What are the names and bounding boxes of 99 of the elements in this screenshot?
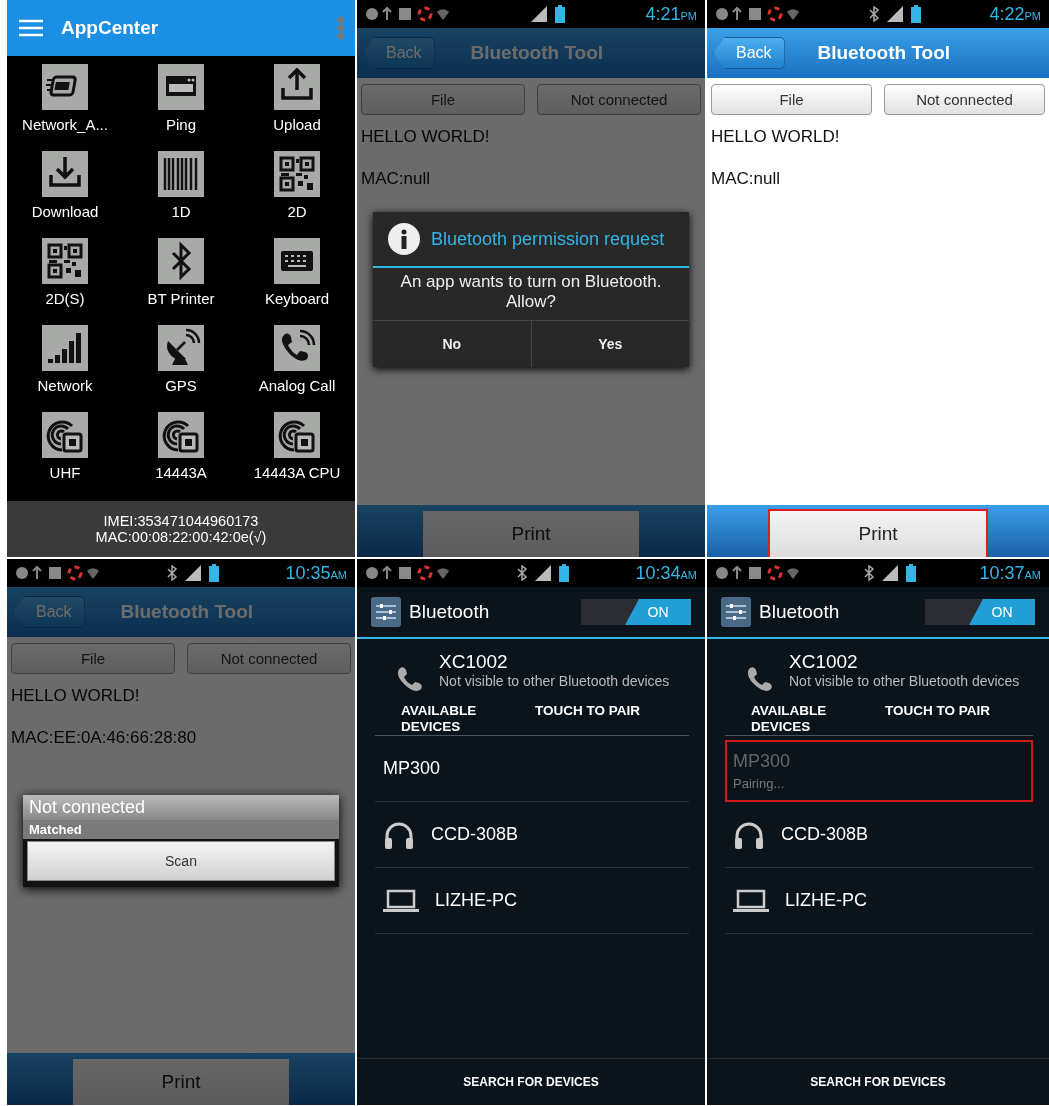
device-item[interactable]: LIZHE-PC (725, 868, 1033, 934)
app-launcher[interactable]: Download (7, 151, 123, 238)
paired-device-name: LIZHE-PC (435, 890, 517, 911)
settings-title: Bluetooth (759, 601, 841, 623)
qr-code-icon (42, 238, 88, 284)
network-card-icon (42, 64, 88, 110)
clock-time: 4:21PM (645, 3, 697, 25)
device-item[interactable]: MP300 (375, 736, 689, 802)
clock-time: 10:35AM (285, 562, 347, 584)
dialog-button[interactable]: No (373, 321, 531, 367)
menu-title: Not connected (23, 795, 339, 820)
app-launcher[interactable]: Upload (239, 64, 355, 151)
search-devices-button[interactable]: SEARCH FOR DEVICES (707, 1058, 1049, 1105)
visibility-note: Not visible to other Bluetooth devices (439, 673, 670, 689)
scan-button[interactable]: Scan (27, 841, 335, 881)
device-name: XC1002 (439, 651, 509, 673)
file-button[interactable]: File (711, 84, 872, 115)
dialog-message: An app wants to turn on Bluetooth. Allow? (399, 271, 663, 313)
keyboard-icon (274, 238, 320, 284)
app-launcher[interactable]: 14443A CPU (239, 412, 355, 499)
device-status: Pairing... (733, 775, 786, 791)
upload-icon (274, 64, 320, 110)
rfid-card-icon (158, 412, 204, 458)
info-icon (387, 222, 421, 256)
section-header: AVAILABLE DEVICES (751, 703, 828, 735)
connection-button[interactable]: Not connected (884, 84, 1045, 115)
rfid-card-icon (274, 412, 320, 458)
signal-icon (531, 6, 548, 22)
screen-title: Bluetooth Tool (816, 42, 952, 64)
barcode-icon (158, 151, 204, 197)
signal-icon (882, 565, 899, 581)
screen-title: Bluetooth Tool (469, 42, 605, 64)
text-line: HELLO WORLD! (11, 686, 141, 706)
toggle-thumb: ON (625, 599, 691, 625)
signal-bars-icon (42, 325, 88, 371)
download-icon (42, 151, 88, 197)
text-line: MAC:EE:0A:46:66:28:80 (11, 728, 198, 748)
clock-time: 10:37AM (979, 562, 1041, 584)
device-name: XC1002 (789, 651, 859, 673)
section-hint: TOUCH TO PAIR (885, 703, 990, 720)
settings-sliders-icon (721, 597, 751, 627)
paired-device-name: LIZHE-PC (785, 890, 867, 911)
app-launcher[interactable]: Analog Call (239, 325, 355, 412)
satellite-dish-icon (158, 325, 204, 371)
visibility-note: Not visible to other Bluetooth devices (789, 673, 1020, 689)
section-hint: TOUCH TO PAIR (535, 703, 640, 720)
section-header: AVAILABLE DEVICES (401, 703, 478, 735)
device-info-text: MAC:00:08:22:00:42:0e(√) (95, 529, 267, 545)
app-launcher[interactable]: 1D (123, 151, 239, 238)
device-item[interactable]: LIZHE-PC (375, 868, 689, 934)
battery-icon (209, 564, 220, 582)
paired-device-name: CCD-308B (781, 824, 869, 845)
bluetooth-icon (158, 238, 204, 284)
menu-icon[interactable] (19, 19, 43, 37)
app-launcher[interactable]: BT Printer (123, 238, 239, 325)
text-line: HELLO WORLD! (361, 127, 491, 147)
app-launcher[interactable]: Keyboard (239, 238, 355, 325)
app-launcher[interactable]: 2D(S) (7, 238, 123, 325)
settings-sliders-icon (371, 597, 401, 627)
battery-icon (555, 5, 566, 23)
app-launcher[interactable]: Network (7, 325, 123, 412)
dialog-button[interactable]: Yes (530, 321, 689, 367)
signal-icon (535, 565, 552, 581)
menu-item[interactable]: Matched (23, 820, 339, 839)
text-line: MAC:null (361, 169, 431, 189)
rfid-card-icon (42, 412, 88, 458)
device-info-text: IMEI:353471044960173 (103, 513, 259, 529)
paired-device-name: MP300 (383, 758, 441, 779)
app-launcher[interactable]: 2D (239, 151, 355, 238)
device-item[interactable]: CCD-308B (725, 802, 1033, 868)
text-line: HELLO WORLD! (711, 127, 841, 147)
dialog-title: Bluetooth permission request (431, 228, 665, 250)
toggle-thumb: ON (969, 599, 1035, 625)
signal-icon (887, 6, 904, 22)
laptop-icon (733, 888, 769, 913)
signal-icon (185, 565, 202, 581)
app-launcher[interactable]: Network_A... (7, 64, 123, 151)
app-title: AppCenter (61, 17, 160, 39)
print-button[interactable]: Print (770, 511, 986, 557)
qr-code-icon (274, 151, 320, 197)
battery-icon (906, 564, 917, 582)
clock-time: 10:34AM (635, 562, 697, 584)
search-devices-button[interactable]: SEARCH FOR DEVICES (357, 1058, 705, 1105)
battery-icon (911, 5, 922, 23)
app-launcher[interactable]: Ping (123, 64, 239, 151)
clock-time: 4:22PM (989, 3, 1041, 25)
app-launcher[interactable]: GPS (123, 325, 239, 412)
laptop-icon (383, 888, 419, 913)
screen-title: Bluetooth Tool (119, 601, 255, 623)
paired-device-name: CCD-308B (431, 824, 519, 845)
settings-title: Bluetooth (409, 601, 491, 623)
battery-icon (559, 564, 570, 582)
browser-window-icon (158, 64, 204, 110)
paired-device-name: MP300 (733, 750, 791, 772)
device-item[interactable]: CCD-308B (375, 802, 689, 868)
phone-call-icon (274, 325, 320, 371)
app-launcher[interactable]: 14443A (123, 412, 239, 499)
app-launcher[interactable]: UHF (7, 412, 123, 499)
text-line: MAC:null (711, 169, 781, 189)
